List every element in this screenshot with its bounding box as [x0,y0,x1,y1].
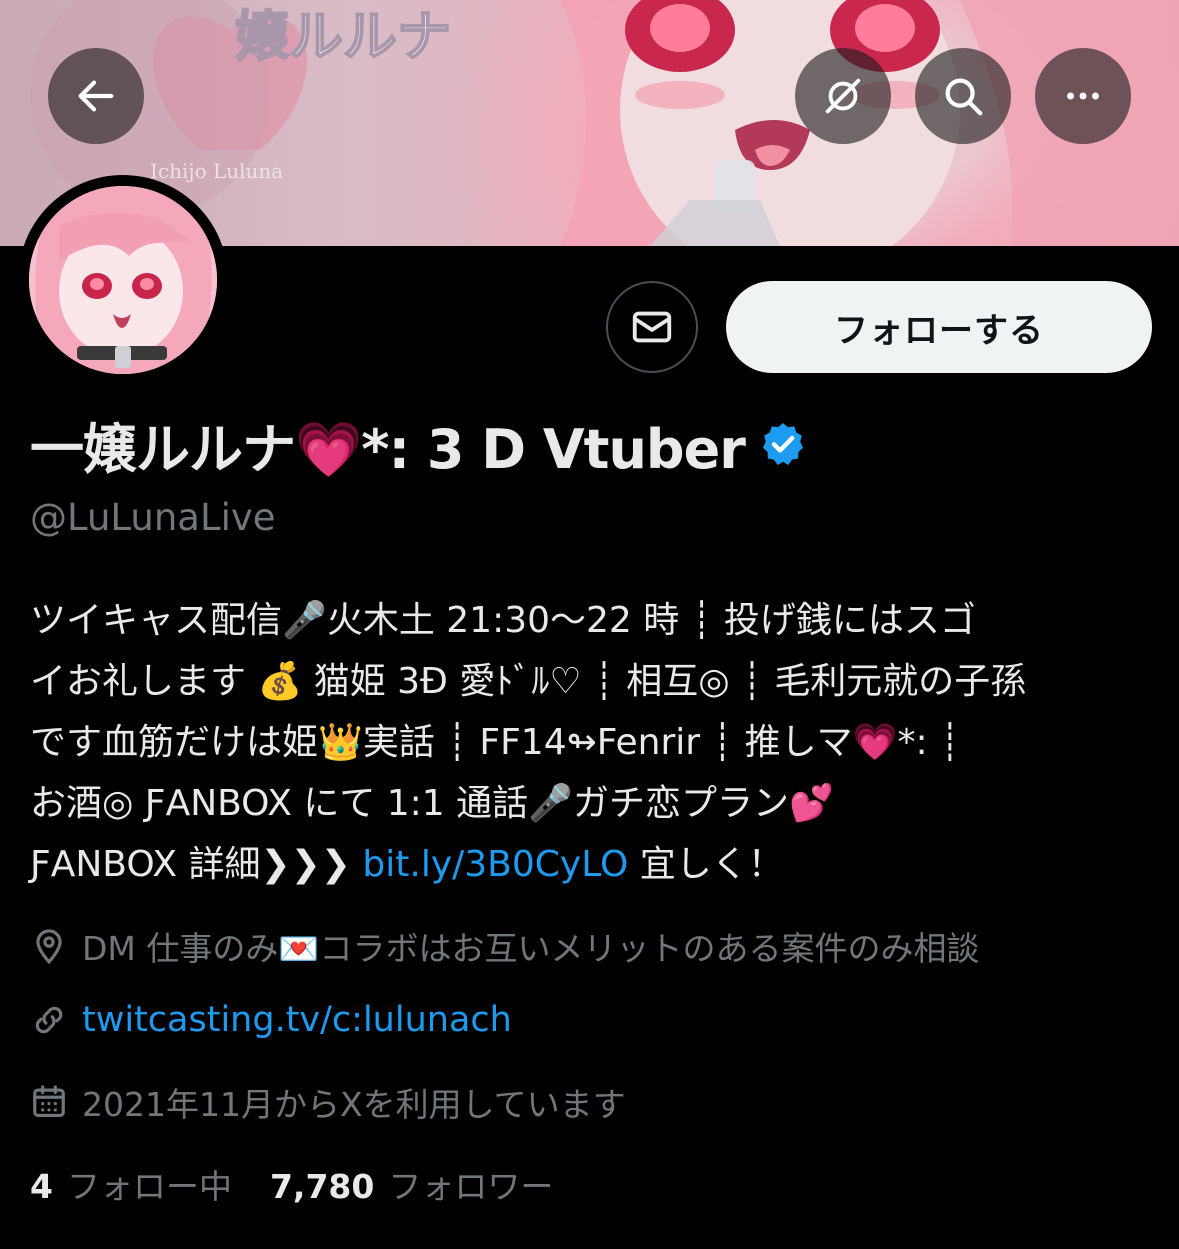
following-label: フォロー中 [66,1167,232,1206]
profile-bio: ツイキャス配信🎤火木土 21:30～22 時 ┊ 投げ銭にはスゴ イお礼します … [30,590,1145,895]
back-button[interactable] [48,48,144,144]
more-horizontal-icon [1067,92,1099,100]
avatar-artwork [29,186,217,374]
followers-label: フォロワー [388,1167,554,1206]
search-icon [945,78,983,116]
profile-join-date: 2021年11月からXを利用しています [30,1078,626,1126]
follow-button[interactable]: フォローする [726,281,1152,373]
profile-website: twitcasting.tv/c:lulunach [30,1000,512,1040]
bio-line: です血筋だけは姫👑実話 ┊ FF14↬Fenrir ┊ 推しマ💗*: ┊ [30,722,961,763]
link-icon [35,1006,63,1034]
join-date-text: 2021年11月からXを利用しています [82,1085,626,1124]
bio-line: お酒◎ ƑANBOX にて 1:1 通話🎤ガチ恋プラン💕 [30,783,834,824]
bio-text: ƑANBOX 詳細❯❯❯ [30,844,363,885]
search-button[interactable] [915,48,1011,144]
calendar-icon [33,1085,65,1118]
arrow-left-icon [78,80,114,112]
followers-link[interactable]: 7,780 フォロワー [270,1160,553,1208]
followers-count: 7,780 [269,1167,375,1206]
avatar-frame[interactable] [18,175,228,385]
bio-line: イお礼します 💰 猫姫 3Ð 愛ﾄﾞﾙ♡ ┊ 相互◎ ┊ 毛利元就の子孫 [30,661,1027,702]
bio-line-last: ƑANBOX 詳細❯❯❯ bit.ly/3B0CyLO 宜しく！ [30,834,1145,895]
following-count: 4 [30,1167,53,1206]
location-pin-icon [36,929,62,965]
avatar[interactable] [29,186,217,374]
follow-stats: 4 フォロー中 7,780 フォロワー [30,1160,553,1208]
notifications-toggle-button[interactable] [795,48,891,144]
verified-badge-icon[interactable] [759,420,807,468]
envelope-icon [632,311,672,343]
bio-text-suffix: 宜しく！ [628,844,784,885]
bio-line: ツイキャス配信🎤火木土 21:30～22 時 ┊ 投げ銭にはスゴ [30,600,976,641]
profile-handle: @LuLunaLive [30,496,276,539]
following-link[interactable]: 4 フォロー中 [30,1160,232,1208]
svg-text:嬢ルルナ: 嬢ルルナ [235,5,451,68]
profile-location: DM 仕事のみ💌コラボはお互いメリットのある案件のみ相談 [30,922,979,970]
message-button[interactable] [606,281,698,373]
website-link[interactable]: twitcasting.tv/c:lulunach [82,1000,512,1040]
display-name: 一嬢ルルナ💗*: 3 D Vtuber [30,417,746,481]
bio-link[interactable]: bit.ly/3B0CyLO [362,844,628,885]
bell-off-icon [825,78,861,114]
display-name-row: 一嬢ルルナ💗*: 3 D Vtuber [30,404,807,484]
location-text: DM 仕事のみ💌コラボはお互いメリットのある案件のみ相談 [82,929,980,968]
more-options-button[interactable] [1035,48,1131,144]
svg-text:Ichijo Luluna: Ichijo Luluna [150,159,283,183]
